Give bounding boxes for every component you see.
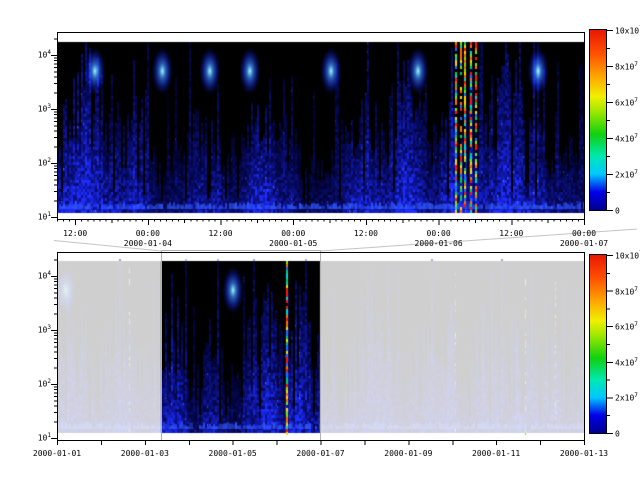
bottom-x-date-label: 2000-01-05	[195, 449, 271, 458]
top-x-date-label: 2000-01-05	[255, 239, 331, 248]
bottom-x-date-label: 2000-01-11	[458, 449, 534, 458]
bottom-x-date-label: 2000-01-07	[283, 449, 359, 458]
bottom-x-date-label: 2000-01-09	[370, 449, 446, 458]
top-x-time-label: 12:00	[491, 229, 531, 238]
top-colorbar-tick-label: 10x107	[615, 26, 640, 36]
bot-y-tick-label: 103	[21, 325, 51, 335]
bot-y-tick-label: 102	[21, 379, 51, 389]
top-colorbar-tick-label: 0	[615, 206, 640, 216]
top-x-time-label: 12:00	[346, 229, 386, 238]
bottom-x-date-label: 2000-01-01	[19, 449, 95, 458]
top-x-time-label: 12:00	[55, 229, 95, 238]
top-colorbar-tick-label: 8x107	[615, 62, 640, 72]
bot-colorbar-tick-label: 6x107	[615, 322, 640, 332]
top-y-tick-label: 103	[21, 104, 51, 114]
top-colorbar-tick-label: 4x107	[615, 134, 640, 144]
bot-y-tick-label: 104	[21, 271, 51, 281]
top-x-date-label: 2000-01-04	[110, 239, 186, 248]
top-x-time-label: 00:00	[419, 229, 459, 238]
top-x-time-label: 12:00	[201, 229, 241, 238]
bot-colorbar-tick-label: 8x107	[615, 287, 640, 297]
bot-colorbar-tick-label: 0	[615, 429, 640, 439]
zoomed-spectrogram-canvas[interactable]	[57, 32, 584, 219]
plot-window: 10110210310410110210310412:0000:002000-0…	[0, 0, 640, 480]
top-x-time-label: 00:00	[564, 229, 604, 238]
bot-y-tick-label: 101	[21, 433, 51, 443]
top-y-tick-label: 104	[21, 50, 51, 60]
bottom-colorbar	[589, 254, 607, 434]
top-y-tick-label: 102	[21, 158, 51, 168]
top-colorbar-tick-label: 6x107	[615, 98, 640, 108]
selection-connector-left	[54, 241, 161, 252]
top-x-date-label: 2000-01-07	[546, 239, 622, 248]
selection-connector-right	[320, 229, 637, 251]
top-x-date-label: 2000-01-06	[401, 239, 477, 248]
bot-colorbar-tick-label: 2x107	[615, 393, 640, 403]
top-x-time-label: 00:00	[273, 229, 313, 238]
bot-colorbar-tick-label: 4x107	[615, 358, 640, 368]
top-x-time-label: 00:00	[128, 229, 168, 238]
top-colorbar	[589, 29, 607, 211]
bottom-x-date-label: 2000-01-13	[546, 449, 622, 458]
top-colorbar-tick-label: 2x107	[615, 170, 640, 180]
bot-colorbar-tick-label: 10x107	[615, 251, 640, 261]
top-y-tick-label: 101	[21, 212, 51, 222]
bottom-x-date-label: 2000-01-03	[107, 449, 183, 458]
overview-spectrogram-canvas[interactable]	[57, 252, 584, 440]
